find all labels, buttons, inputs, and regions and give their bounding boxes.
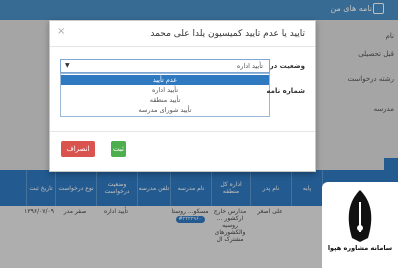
save-button[interactable]: ثبت [111,141,126,157]
modal-title: تایید یا عدم تایید کمیسیون یلدا علی محمد [150,29,305,39]
footer-divider [50,131,315,132]
brand-logo: سامانه مشاوره هپوا [322,182,398,268]
approval-modal: تایید یا عدم تایید کمیسیون یلدا علی محمد… [49,20,316,172]
status-select[interactable]: تأیید اداره ▼ [60,59,270,73]
close-icon[interactable]: × [57,26,65,37]
chevron-down-icon: ▼ [65,62,70,69]
option-reject[interactable]: عدم تأیید [61,75,269,85]
pen-nib-icon [348,190,372,242]
status-dropdown-list: عدم تأیید تأیید اداره تأیید منطقه تأیید … [60,73,270,117]
option-region-approve[interactable]: تأیید منطقه [61,95,269,105]
brand-text: سامانه مشاوره هپوا [327,244,393,252]
cancel-button[interactable]: انصراف [61,141,95,157]
option-council-approve[interactable]: تأیید شورای مدرسه [61,105,269,115]
letter-number-label: شماره نامه [266,87,305,95]
status-select-value: تأیید اداره [236,62,263,70]
option-office-approve[interactable]: تأیید اداره [61,85,269,95]
header-divider [50,46,315,47]
